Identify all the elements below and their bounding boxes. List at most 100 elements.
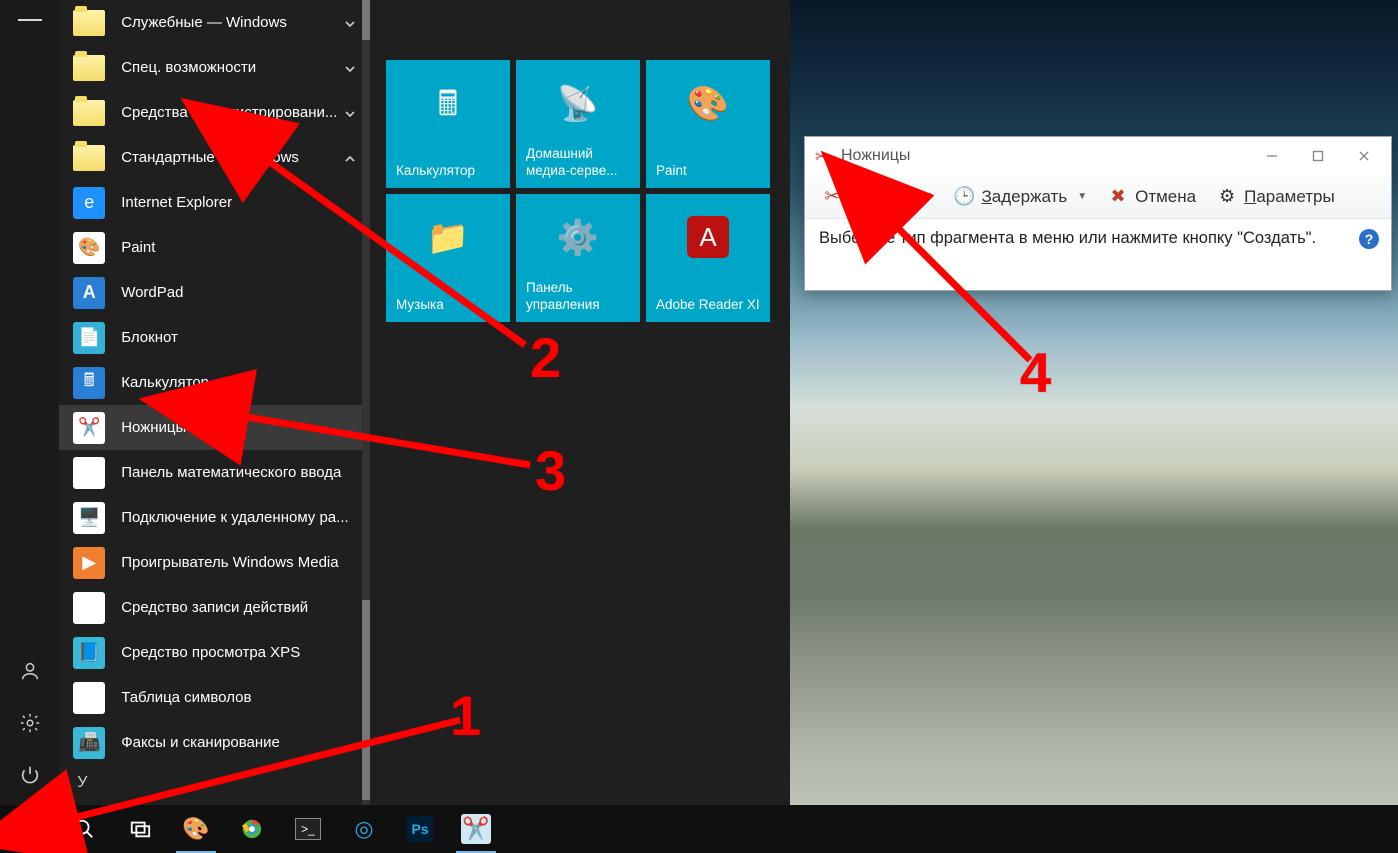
cmd-icon: >_ (295, 818, 321, 840)
power-icon[interactable] (18, 763, 42, 787)
adobe-icon: A (687, 216, 729, 258)
app-label: Internet Explorer (121, 194, 232, 211)
app-charmap[interactable]: Ω Таблица символов (59, 675, 370, 720)
app-notepad[interactable]: 📄 Блокнот (59, 315, 370, 360)
minimize-button[interactable] (1249, 140, 1295, 172)
app-label: Проигрыватель Windows Media (121, 554, 338, 571)
start-rail (0, 0, 59, 805)
tile-control-panel[interactable]: ⚙️ Панель управления (516, 194, 640, 322)
rdp-icon: 🖥️ (73, 502, 105, 534)
user-icon[interactable] (18, 659, 42, 683)
folder-spec[interactable]: Спец. возможности (59, 45, 370, 90)
app-paint[interactable]: 🎨 Paint (59, 225, 370, 270)
app-label: WordPad (121, 284, 183, 301)
folder-label: Средства администрировани... (121, 104, 337, 121)
folder-sluzhebnye[interactable]: Служебные — Windows (59, 0, 370, 45)
help-icon[interactable]: ? (1359, 229, 1379, 249)
taskbar: 🎨 >_ ◎ Ps ✂️ (0, 805, 1398, 853)
control-panel-icon: ⚙️ (556, 216, 600, 260)
folder-label: Стандартные — Windows (121, 149, 299, 166)
app-label: Панель математического ввода (121, 464, 341, 481)
app-label: Средство записи действий (121, 599, 308, 616)
charmap-icon: Ω (73, 682, 105, 714)
app-label: Блокнот (121, 329, 178, 346)
chevron-down-icon (344, 62, 356, 74)
close-button[interactable] (1341, 140, 1387, 172)
maximize-button[interactable] (1295, 140, 1341, 172)
media-icon: 📡 (556, 82, 600, 126)
clock-icon: 🕒 (954, 186, 976, 208)
calc-icon: 🖩 (426, 82, 470, 126)
teamviewer-icon: ◎ (350, 815, 378, 843)
chevron-down-icon (344, 17, 356, 29)
photoshop-icon: Ps (407, 816, 433, 842)
delay-button[interactable]: 🕒 Задержать ▼ (946, 182, 1096, 212)
dropdown-icon[interactable]: ▼ (1077, 191, 1087, 202)
app-label: Ножницы (121, 419, 186, 436)
tile-paint[interactable]: 🎨 Paint (646, 60, 770, 188)
taskbar-paint[interactable]: 🎨 (168, 805, 224, 853)
start-menu: Служебные — Windows Спец. возможности Ср… (0, 0, 790, 805)
calc-icon: 🖩 (73, 367, 105, 399)
taskbar-chrome[interactable] (224, 805, 280, 853)
app-snipping-tool[interactable]: ✂️ Ножницы (59, 405, 370, 450)
xps-icon: 📘 (73, 637, 105, 669)
hamburger-icon[interactable] (18, 8, 42, 32)
instruction-text: Выберите тип фрагмента в меню или нажмит… (819, 229, 1316, 248)
cancel-button[interactable]: ✖ Отмена (1099, 182, 1204, 212)
tile-music[interactable]: 📁 Музыка (386, 194, 510, 322)
app-math-input[interactable]: ∑ Панель математического ввода (59, 450, 370, 495)
folder-standard[interactable]: Стандартные — Windows (59, 135, 370, 180)
options-button[interactable]: ⚙ Параметры (1208, 182, 1343, 212)
record-icon: ⏺ (73, 592, 105, 624)
titlebar[interactable]: ✂ Ножницы (805, 137, 1391, 175)
app-list-scrollbar[interactable] (362, 0, 370, 805)
app-list: Служебные — Windows Спец. возможности Ср… (59, 0, 370, 805)
settings-icon[interactable] (18, 711, 42, 735)
dropdown-icon[interactable]: ▼ (924, 191, 934, 202)
app-fax-scan[interactable]: 📠 Факсы и сканирование (59, 720, 370, 765)
taskbar-snipping[interactable]: ✂️ (448, 805, 504, 853)
folder-admin[interactable]: Средства администрировани... (59, 90, 370, 135)
search-button[interactable] (56, 805, 112, 853)
tile-label: Adobe Reader XI (656, 297, 760, 314)
taskbar-cmd[interactable]: >_ (280, 805, 336, 853)
folder-icon (73, 145, 105, 171)
tile-media-server[interactable]: 📡 Домашний медиа-серве... (516, 60, 640, 188)
scissors-icon: ✂ (815, 147, 833, 165)
tile-adobe-reader[interactable]: A Adobe Reader XI (646, 194, 770, 322)
folder-label: Спец. возможности (121, 59, 256, 76)
toolbar: ✂ Создать ▼ 🕒 Задержать ▼ ✖ Отмена ⚙ Пар… (805, 175, 1391, 219)
start-button[interactable] (0, 805, 56, 853)
cancel-icon: ✖ (1107, 186, 1129, 208)
button-label: Создать (849, 187, 914, 207)
app-wordpad[interactable]: A WordPad (59, 270, 370, 315)
app-ie[interactable]: e Internet Explorer (59, 180, 370, 225)
wordpad-icon: A (73, 277, 105, 309)
tile-label: Paint (656, 163, 760, 180)
folder-icon (73, 10, 105, 36)
taskview-button[interactable] (112, 805, 168, 853)
fax-icon: 📠 (73, 727, 105, 759)
app-xps-viewer[interactable]: 📘 Средство просмотра XPS (59, 630, 370, 675)
paint-icon: 🎨 (182, 815, 210, 843)
app-calc[interactable]: 🖩 Калькулятор (59, 360, 370, 405)
app-steps-recorder[interactable]: ⏺ Средство записи действий (59, 585, 370, 630)
gear-icon: ⚙ (1216, 186, 1238, 208)
app-label: Калькулятор (121, 374, 209, 391)
app-rdp[interactable]: 🖥️ Подключение к удаленному ра... (59, 495, 370, 540)
body: Выберите тип фрагмента в меню или нажмит… (805, 219, 1391, 290)
chevron-up-icon (344, 152, 356, 164)
annotation-4: 4 (1020, 340, 1051, 405)
taskbar-teamviewer[interactable]: ◎ (336, 805, 392, 853)
new-snip-button[interactable]: ✂ Создать ▼ (813, 182, 942, 212)
taskbar-photoshop[interactable]: Ps (392, 805, 448, 853)
alpha-header[interactable]: У (59, 765, 370, 801)
folder-icon (73, 55, 105, 81)
chevron-down-icon (344, 107, 356, 119)
window-title: Ножницы (841, 147, 910, 165)
app-wmp[interactable]: ▶ Проигрыватель Windows Media (59, 540, 370, 585)
chrome-icon (238, 815, 266, 843)
tile-calc[interactable]: 🖩 Калькулятор (386, 60, 510, 188)
math-icon: ∑ (73, 457, 105, 489)
